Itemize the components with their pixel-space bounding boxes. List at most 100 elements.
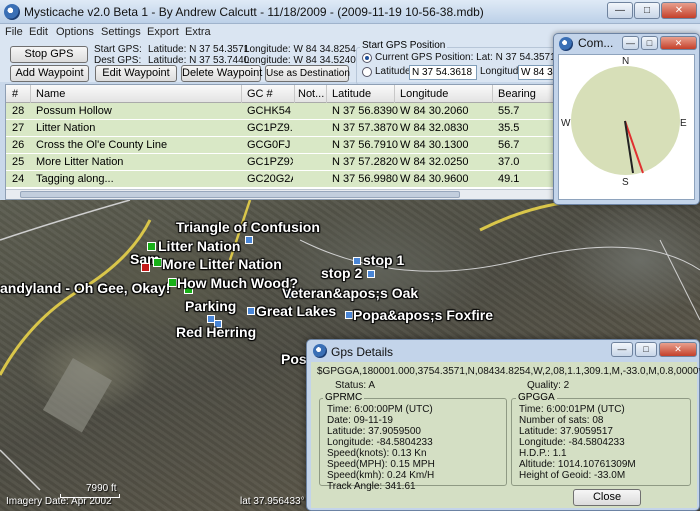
waypoint-pin[interactable]	[367, 270, 375, 278]
waypoint-table[interactable]: # Name GC # Not... Latitude Longitude Be…	[5, 84, 555, 200]
title-bar: Mysticache v2.0 Beta 1 - By Andrew Calcu…	[0, 0, 700, 24]
cell-latitude: N 37 57.3870	[332, 122, 399, 134]
gpgga-time: Time: 6:00:01PM (UTC)	[519, 404, 625, 415]
table-row[interactable]: 28 Possum Hollow GCHK54 N 37 56.8390 W 8…	[6, 103, 554, 120]
menu-options[interactable]: Options	[56, 26, 94, 38]
menu-settings[interactable]: Settings	[101, 26, 141, 38]
column-header-latitude[interactable]: Latitude	[332, 88, 371, 100]
close-dialog-button[interactable]: Close	[573, 489, 641, 506]
gps-quality: Quality: 2	[527, 380, 570, 391]
stop-gps-button[interactable]: Stop GPS	[10, 46, 88, 63]
latitude-input[interactable]: N 37 54.3618	[409, 65, 477, 80]
cell-longitude: W 84 30.9600	[400, 173, 469, 185]
gprmc-speed-knots: Speed(knots): 0.13 Kn	[327, 448, 427, 459]
use-as-destination-button[interactable]: Use as Destination	[265, 65, 350, 82]
map-label-triangle[interactable]: Triangle of Confusion	[176, 219, 320, 235]
maximize-button[interactable]: □	[634, 2, 660, 19]
column-header-longitude[interactable]: Longitude	[400, 88, 448, 100]
add-waypoint-button[interactable]: Add Waypoint	[10, 65, 89, 82]
start-gps-label: Start GPS:	[94, 44, 142, 55]
compass-close-button[interactable]: ✕	[660, 36, 697, 50]
compass-maximize-button[interactable]: □	[641, 36, 658, 50]
cell-bearing: 37.0	[498, 156, 520, 168]
close-button[interactable]: ✕	[661, 2, 697, 19]
scrollbar-thumb[interactable]	[20, 191, 460, 198]
waypoint-pin[interactable]	[245, 236, 253, 244]
compass-minimize-button[interactable]: —	[622, 36, 639, 50]
app-icon	[4, 4, 20, 20]
cell-bearing: 55.7	[498, 105, 520, 117]
cell-latitude: N 37 56.9980	[332, 173, 399, 185]
table-row[interactable]: 27 Litter Nation GC1PZ9... N 37 57.3870 …	[6, 120, 554, 137]
cell-gc: GCG0FJ	[247, 139, 291, 151]
menu-export[interactable]: Export	[147, 26, 179, 38]
cell-bearing: 49.1	[498, 173, 520, 185]
map-label-pos[interactable]: Pos	[281, 351, 307, 367]
table-row[interactable]: 24 Tagging along... GC20G2A N 37 56.9980…	[6, 171, 554, 188]
map-label-litter-nation[interactable]: Litter Nation	[158, 238, 240, 254]
map-label-stop1[interactable]: stop 1	[363, 252, 404, 268]
cell-name: Litter Nation	[36, 122, 96, 134]
gprmc-longitude: Longitude: -84.5804233	[327, 437, 433, 448]
map-label-candyland[interactable]: andyland - Oh Gee, Okay!	[0, 280, 170, 296]
gps-close-button[interactable]: ✕	[659, 342, 697, 357]
map-label-red-herring[interactable]: Red Herring	[176, 324, 256, 340]
menu-edit[interactable]: Edit	[29, 26, 48, 38]
compass-title: Com...	[578, 36, 614, 50]
horizontal-scrollbar[interactable]	[6, 189, 554, 199]
waypoint-pin[interactable]	[247, 307, 255, 315]
map-label-popa[interactable]: Popa&apos;s Foxfire	[353, 307, 493, 323]
gprmc-title: GPRMC	[323, 392, 365, 403]
map-label-more-litter[interactable]: More Litter Nation	[162, 256, 282, 272]
gpgga-latitude: Latitude: 37.9059517	[519, 426, 613, 437]
latitude-radio[interactable]	[362, 67, 372, 77]
gpgga-title: GPGGA	[516, 392, 557, 403]
map-label-parking[interactable]: Parking	[185, 298, 236, 314]
current-position-label: Current GPS Position: Lat: N 37 54.3571 …	[375, 52, 553, 63]
edit-waypoint-button[interactable]: Edit Waypoint	[95, 65, 177, 82]
cell-longitude: W 84 30.1300	[400, 139, 469, 151]
cell-number: 25	[12, 156, 25, 168]
column-header-notes[interactable]: Not...	[298, 88, 324, 100]
column-header-number[interactable]: #	[12, 88, 18, 100]
cell-longitude: W 84 32.0830	[400, 122, 469, 134]
menu-file[interactable]: File	[5, 26, 23, 38]
current-position-radio[interactable]	[362, 53, 372, 63]
map-label-how-much-wood[interactable]: How Much Wood?	[177, 275, 298, 291]
gprmc-latitude: Latitude: 37.9059500	[327, 426, 421, 437]
start-gps-position-title: Start GPS Position	[360, 40, 448, 51]
compass-needle	[624, 120, 644, 174]
gpgga-geoid-height: Height of Geoid: -33.0M	[519, 470, 626, 481]
current-position-pin[interactable]	[141, 263, 150, 272]
cell-latitude: N 37 57.2820	[332, 156, 399, 168]
compass-window-icon	[559, 37, 573, 51]
column-header-name[interactable]: Name	[36, 88, 65, 100]
cell-gc: GC1PZ9...	[247, 122, 293, 134]
geocache-pin[interactable]	[153, 258, 162, 267]
delete-waypoint-button[interactable]: Delete Waypoint	[181, 65, 262, 82]
map-label-veteran[interactable]: Veteran&apos;s Oak	[282, 285, 418, 301]
menu-extra[interactable]: Extra	[185, 26, 211, 38]
cell-number: 26	[12, 139, 25, 151]
waypoint-pin[interactable]	[353, 257, 361, 265]
gps-maximize-button[interactable]: □	[635, 342, 657, 357]
waypoint-pin[interactable]	[345, 311, 353, 319]
geocache-pin[interactable]	[147, 242, 156, 251]
map-label-stop2[interactable]: stop 2	[321, 265, 362, 281]
cell-name: Tagging along...	[36, 173, 114, 185]
longitude-input[interactable]: W 84 34	[518, 65, 554, 80]
map-label-great-lakes[interactable]: Great Lakes	[256, 303, 336, 319]
table-row[interactable]: 25 More Litter Nation GC1PZ9X N 37 57.28…	[6, 154, 554, 171]
compass-window[interactable]: Com... — □ ✕ N S E W	[553, 33, 700, 205]
longitude-label: Longitud	[480, 66, 519, 77]
cell-latitude: N 37 56.7910	[332, 139, 399, 151]
geocache-pin[interactable]	[168, 278, 177, 287]
cell-name: Cross the Ol'e County Line	[36, 139, 168, 151]
column-header-bearing[interactable]: Bearing	[498, 88, 536, 100]
minimize-button[interactable]: —	[607, 2, 633, 19]
table-row[interactable]: 26 Cross the Ol'e County Line GCG0FJ N 3…	[6, 137, 554, 154]
gps-details-window[interactable]: Gps Details — □ ✕ $GPGGA,180001.000,3754…	[306, 339, 700, 511]
column-header-gc[interactable]: GC #	[247, 88, 273, 100]
gps-minimize-button[interactable]: —	[611, 342, 633, 357]
cell-number: 24	[12, 173, 25, 185]
